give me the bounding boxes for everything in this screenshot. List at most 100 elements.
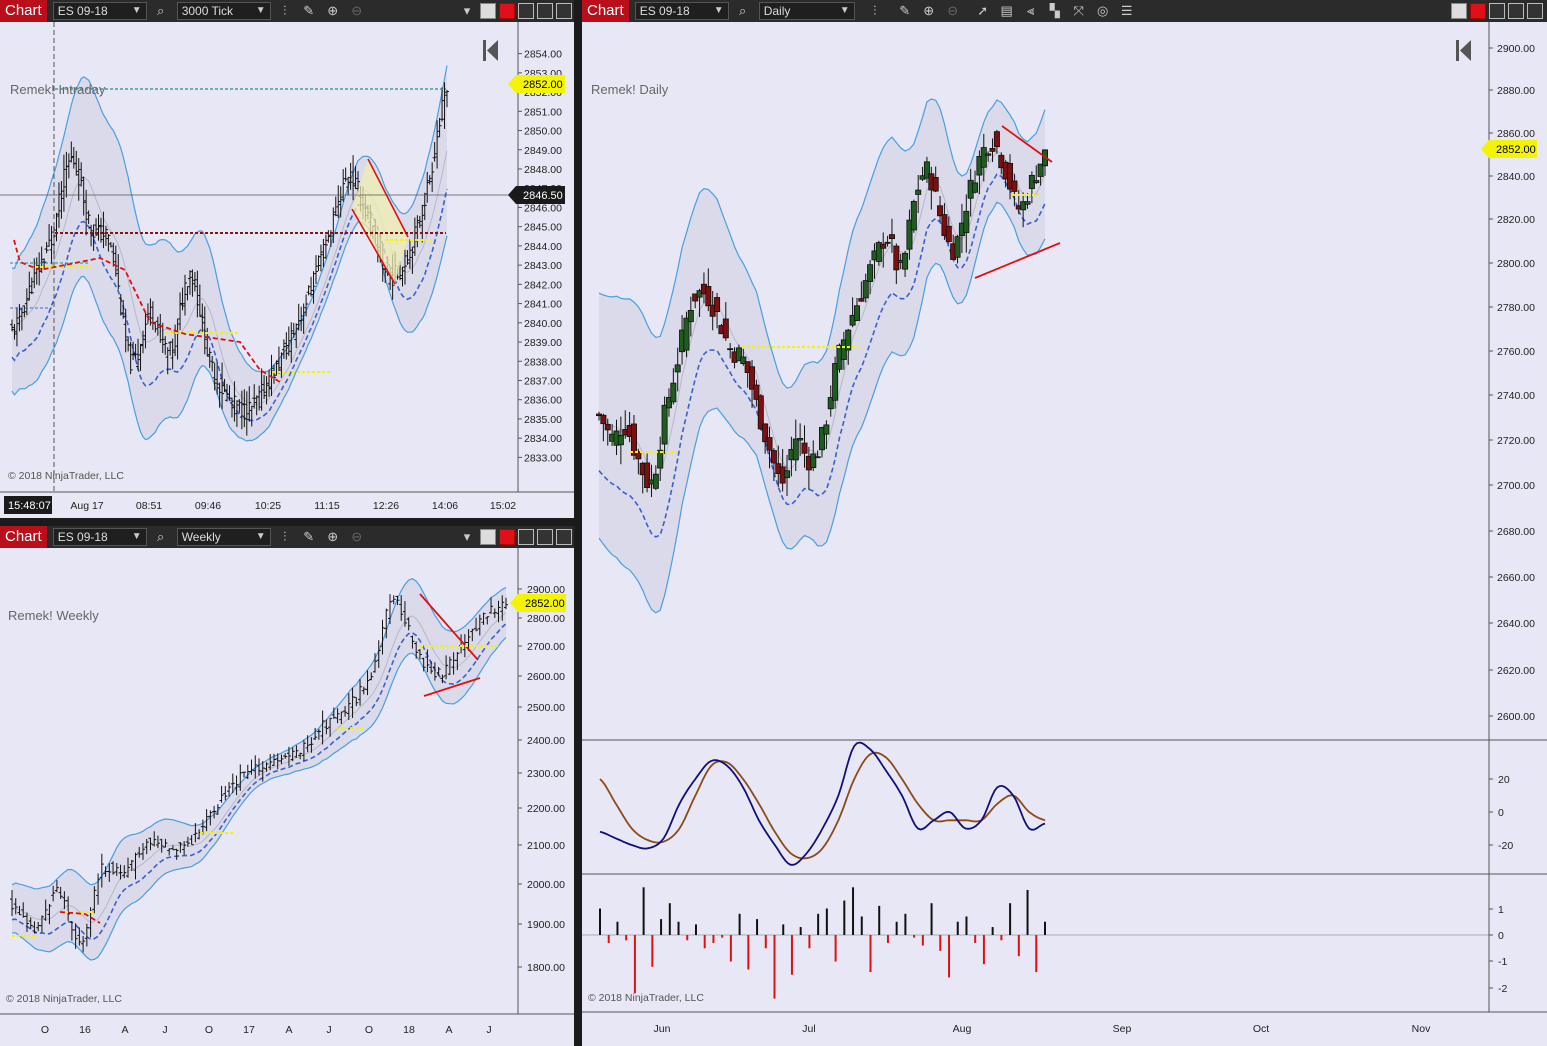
tick-label: 2838.00 — [524, 356, 562, 368]
tick-label: A — [445, 1024, 452, 1036]
tick-label: 2851.00 — [524, 106, 562, 118]
indicators-icon[interactable]: ▚ — [1045, 2, 1065, 20]
last-price-label: 2852.00 — [523, 79, 563, 91]
period-selector[interactable]: 3000 Tick ▼ — [176, 2, 271, 20]
tick-label: 0 — [1498, 930, 1504, 942]
candle-body — [945, 225, 952, 242]
tick-label: A — [285, 1024, 292, 1036]
period-selector[interactable]: Weekly ▼ — [176, 528, 271, 546]
period-label: Daily — [763, 4, 791, 18]
tick-label: 2600.00 — [1497, 711, 1535, 723]
tick-label: 2720.00 — [1497, 435, 1535, 447]
maximize-button[interactable] — [537, 3, 553, 19]
minimize-button[interactable] — [1489, 3, 1505, 19]
close-button[interactable] — [1527, 3, 1543, 19]
candle-body — [661, 404, 668, 445]
window-link-button[interactable] — [480, 3, 496, 19]
search-icon[interactable]: ⌕ — [733, 2, 753, 20]
candle-body — [797, 437, 804, 441]
candle-body — [714, 297, 721, 313]
reload-icon[interactable]: ◎ — [1093, 2, 1113, 20]
properties-icon[interactable]: ☰ — [1117, 2, 1137, 20]
minimize-button[interactable] — [518, 529, 534, 545]
tick-label: 2600.00 — [527, 671, 565, 683]
zoom-in-icon[interactable]: ⊕ — [323, 528, 343, 546]
tick-label: 2846.00 — [524, 202, 562, 214]
tick-label: 2680.00 — [1497, 526, 1535, 538]
window-color-button[interactable] — [1470, 3, 1486, 19]
candle-body — [972, 182, 979, 193]
pointer-icon[interactable]: ➚ — [973, 2, 993, 20]
weekly-toolbar: Chart ES 09-18 ▼ ⌕ Weekly ▼ ⫶ ✎ ⊕ ⊖ ▾ — [0, 526, 574, 549]
tick-label: 2620.00 — [1497, 665, 1535, 677]
tick-label: 16 — [79, 1024, 91, 1036]
chevron-down-icon: ▼ — [131, 5, 142, 16]
candle-body — [792, 438, 799, 461]
maximize-button[interactable] — [1508, 3, 1524, 19]
zoom-in-icon[interactable]: ⊕ — [919, 2, 939, 20]
search-icon[interactable]: ⌕ — [151, 528, 171, 546]
instrument-selector[interactable]: ES 09-18 ▼ — [52, 528, 147, 546]
window-color-button[interactable] — [499, 3, 515, 19]
tick-label: 2640.00 — [1497, 618, 1535, 630]
last-price-label: 2852.00 — [1496, 144, 1536, 156]
candle-body — [880, 243, 887, 249]
chevron-down-icon: ▼ — [131, 531, 142, 542]
candle-body — [600, 414, 607, 425]
window-color-button[interactable] — [499, 529, 515, 545]
bar-type-icon[interactable]: ⫶ — [275, 528, 295, 546]
daily-chart-window: Chart ES 09-18 ▼ ⌕ Daily ▼ ⫶ ✎ ⊕ ⊖ ➚ ▤ ⫷ ▚… — [582, 0, 1547, 1046]
tick-label: 2100.00 — [527, 840, 565, 852]
tick-label: 09:46 — [195, 500, 221, 512]
instrument-selector[interactable]: ES 09-18 ▼ — [52, 2, 147, 20]
intraday-chart[interactable]: Remek! Intraday © 2018 NinjaTrader, LLC … — [0, 22, 574, 518]
tick-label: 2844.00 — [524, 241, 562, 253]
instrument-selector[interactable]: ES 09-18 ▼ — [634, 2, 729, 20]
tick-label: 2300.00 — [527, 768, 565, 780]
bar-type-icon[interactable]: ⫶ — [865, 2, 885, 20]
daily-chart[interactable]: Remek! Daily © 2018 NinjaTrader, LLC 290… — [582, 22, 1547, 1046]
tick-label: 1900.00 — [527, 919, 565, 931]
strategies-icon[interactable]: ⤧ — [1069, 2, 1089, 20]
instrument-label: ES 09-18 — [57, 530, 108, 544]
tick-label: J — [162, 1024, 167, 1036]
tick-label: O — [41, 1024, 49, 1036]
zoom-in-icon[interactable]: ⊕ — [323, 2, 343, 20]
data-box-icon[interactable]: ▤ — [997, 2, 1017, 20]
minimize-button[interactable] — [518, 3, 534, 19]
maximize-button[interactable] — [537, 529, 553, 545]
candle-body — [963, 210, 970, 234]
chart-tab[interactable]: Chart — [0, 0, 47, 22]
dropdown-arrow-icon[interactable]: ▾ — [457, 2, 477, 20]
pencil-icon[interactable]: ✎ — [299, 2, 319, 20]
window-link-button[interactable] — [480, 529, 496, 545]
close-button[interactable] — [556, 3, 572, 19]
close-button[interactable] — [556, 529, 572, 545]
tick-label: 2836.00 — [524, 395, 562, 407]
bar-type-icon[interactable]: ⫶ — [275, 2, 295, 20]
dropdown-arrow-icon[interactable]: ▾ — [457, 528, 477, 546]
period-selector[interactable]: Daily ▼ — [758, 2, 855, 20]
instrument-label: ES 09-18 — [57, 4, 108, 18]
window-link-button[interactable] — [1451, 3, 1467, 19]
chart-trader-icon[interactable]: ⫷ — [1021, 2, 1041, 20]
tick-label: 2833.00 — [524, 452, 562, 464]
zoom-out-icon[interactable]: ⊖ — [347, 528, 367, 546]
chart-tab[interactable]: Chart — [0, 526, 47, 548]
weekly-chart[interactable]: Remek! Weekly © 2018 NinjaTrader, LLC 29… — [0, 548, 574, 1046]
zoom-out-icon[interactable]: ⊖ — [943, 2, 963, 20]
pencil-icon[interactable]: ✎ — [299, 528, 319, 546]
tick-label: 12:26 — [373, 500, 399, 512]
chart-tab[interactable]: Chart — [582, 0, 629, 22]
tick-label: 2780.00 — [1497, 302, 1535, 314]
candle-body — [674, 364, 681, 373]
candle-body — [814, 456, 821, 459]
search-icon[interactable]: ⌕ — [151, 2, 171, 20]
tick-label: O — [205, 1024, 213, 1036]
intraday-toolbar: Chart ES 09-18 ▼ ⌕ 3000 Tick ▼ ⫶ ✎ ⊕ ⊖ ▾ — [0, 0, 574, 23]
weekly-chart-window: Chart ES 09-18 ▼ ⌕ Weekly ▼ ⫶ ✎ ⊕ ⊖ ▾ Reme… — [0, 526, 574, 1046]
tick-label: 2840.00 — [524, 318, 562, 330]
pencil-icon[interactable]: ✎ — [895, 2, 915, 20]
tick-label: Aug — [953, 1023, 972, 1035]
zoom-out-icon[interactable]: ⊖ — [347, 2, 367, 20]
